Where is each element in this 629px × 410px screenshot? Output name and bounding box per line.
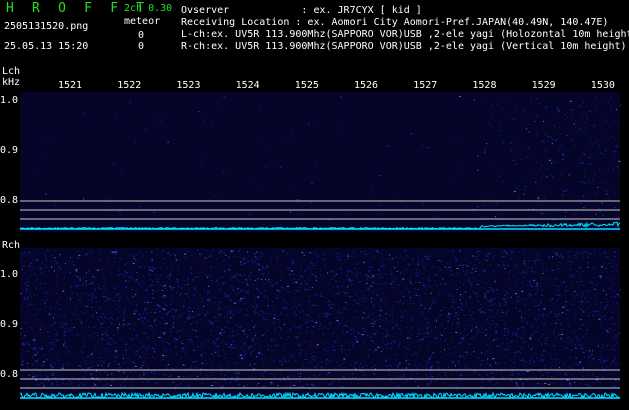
spectrogram: [19, 92, 622, 400]
lch-panel-bg: [20, 92, 620, 232]
